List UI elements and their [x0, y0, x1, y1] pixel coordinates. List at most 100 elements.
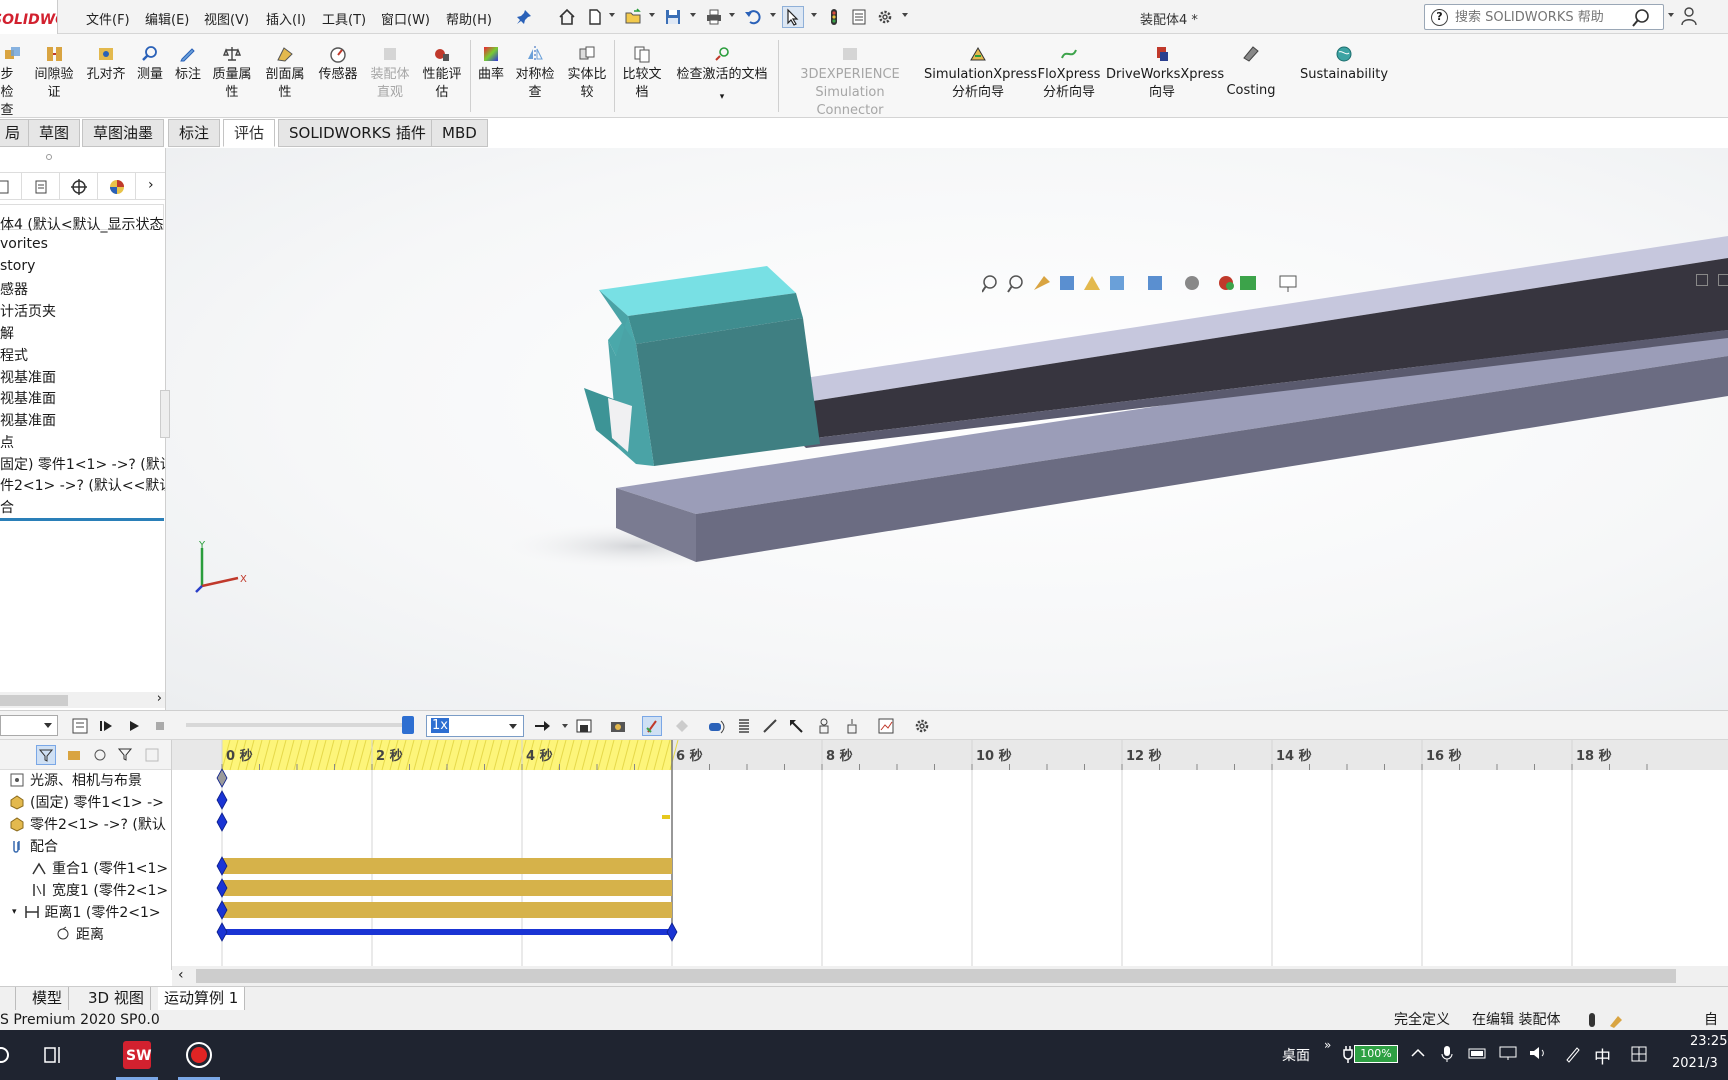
tab-markup[interactable]: 标注 [168, 119, 221, 147]
desktop-label[interactable]: 桌面 [1282, 1045, 1310, 1065]
graphics-area[interactable]: Y X [166, 148, 1728, 710]
symmetry-check-button[interactable]: 对称检查 [512, 44, 558, 102]
tree-item-part1[interactable]: 固定) 零件1<1> ->? (默认 [0, 454, 165, 474]
menu-window[interactable]: 窗口(W) [381, 9, 430, 28]
timeline-canvas[interactable]: 0 秒 2 秒 4 秒 6 秒 8 秒 10 秒 12 秒 14 秒 16 秒 18 秒 [172, 740, 1728, 970]
chevron-down-icon[interactable] [649, 13, 655, 17]
solidworks-taskbar-icon[interactable]: SW [112, 1030, 162, 1080]
key-part1[interactable] [216, 790, 228, 810]
tree-item-favorites[interactable]: vorites [0, 236, 48, 252]
chevron-down-icon[interactable] [729, 13, 735, 17]
play-icon[interactable] [124, 716, 144, 736]
tab-addins[interactable]: SOLIDWORKS 插件 [278, 119, 437, 147]
play-from-start-icon[interactable] [96, 716, 116, 736]
tree-item-right-plane[interactable]: 视基准面 [0, 410, 56, 430]
playback-speed-select[interactable]: 1x [426, 715, 524, 737]
simulationxpress-button[interactable]: SimulationXpress 分析向导 [924, 44, 1037, 102]
tree-item-annotations[interactable]: 解 [0, 323, 14, 343]
section-view-icon[interactable] [1060, 276, 1074, 290]
costing-button[interactable]: Costing [1222, 44, 1280, 100]
microphone-icon[interactable] [1440, 1045, 1454, 1067]
distance-bar[interactable] [222, 929, 672, 935]
interference-detection-button[interactable]: 步检查 [0, 44, 26, 120]
property-manager-tab-icon[interactable] [22, 173, 60, 200]
tree-item-top-plane[interactable]: 视基准面 [0, 388, 56, 408]
pin-icon[interactable] [513, 6, 535, 28]
tab-sketch-ink[interactable]: 草图油墨 [82, 119, 165, 147]
tree-item-history[interactable]: story [0, 258, 35, 274]
save-animation-icon[interactable] [574, 716, 594, 736]
home-icon[interactable] [556, 6, 578, 28]
display-manager-tab-icon[interactable] [98, 173, 136, 200]
chevron-down-icon[interactable] [770, 13, 776, 17]
volume-icon[interactable] [1528, 1045, 1548, 1065]
menu-help[interactable]: 帮助(H) [446, 9, 492, 28]
tree-item-sensors[interactable]: 感器 [0, 279, 28, 299]
sensor-button[interactable]: 传感器 [316, 44, 360, 84]
menu-edit[interactable]: 编辑(E) [145, 9, 189, 28]
clock-date[interactable]: 2021/3 [1672, 1056, 1718, 1071]
display-style-icon[interactable] [1148, 276, 1162, 290]
autokey-icon[interactable] [642, 716, 662, 736]
ms-item-width-mate[interactable]: 宽度1 (零件2<1> [30, 880, 168, 900]
playback-slider-thumb[interactable] [402, 716, 414, 734]
chevron-down-icon[interactable]: ▾ [12, 907, 17, 917]
playback-mode-icon[interactable] [532, 716, 552, 736]
damper-icon[interactable] [760, 716, 780, 736]
save-icon[interactable] [662, 6, 684, 28]
force-icon[interactable] [786, 716, 806, 736]
curvature-button[interactable]: 曲率 [474, 44, 508, 84]
tab-motion-study[interactable]: 运动算例 1 [158, 987, 246, 1011]
help-search-input[interactable] [1455, 8, 1615, 26]
measure-button[interactable]: 测量 [134, 44, 166, 84]
tab-layout[interactable]: 局 [0, 119, 32, 147]
task-pane-icon[interactable] [1718, 274, 1728, 286]
ms-item-mates[interactable]: 配合 [8, 836, 58, 856]
menu-view[interactable]: 视图(V) [204, 9, 249, 28]
playback-slider[interactable] [186, 723, 410, 727]
floxpress-button[interactable]: FloXpress 分析向导 [1036, 44, 1102, 102]
clock-time[interactable]: 23:25 [1690, 1034, 1727, 1049]
menu-tools[interactable]: 工具(T) [322, 9, 366, 28]
spring-icon[interactable] [734, 716, 754, 736]
filter-animated-icon[interactable] [36, 745, 56, 765]
ms-item-distance-mate[interactable]: ▾ 距离1 (零件2<1> [12, 902, 161, 922]
pane-split-icon[interactable] [1696, 274, 1708, 286]
tree-item-equations[interactable]: 程式 [0, 345, 28, 365]
filter-selected-icon[interactable] [90, 745, 110, 765]
file-properties-icon[interactable] [848, 6, 870, 28]
distance-key[interactable] [666, 922, 678, 942]
key-lights-cameras[interactable] [216, 768, 228, 788]
mass-properties-button[interactable]: 质量属性 [210, 44, 254, 102]
compare-documents-button[interactable]: 比较文档 [618, 44, 666, 102]
select-cursor-icon[interactable] [782, 6, 804, 28]
ms-item-lights-cameras[interactable]: 光源、相机与布景 [8, 770, 142, 790]
panel-grip-icon[interactable] [46, 154, 52, 160]
view-orientation-icon[interactable] [1110, 276, 1124, 290]
ms-item-coincident-mate[interactable]: 重合1 (零件1<1> [30, 858, 168, 878]
hole-alignment-button[interactable]: 孔对齐 [84, 44, 128, 84]
tree-item-origin[interactable]: 点 [0, 432, 14, 452]
undo-icon[interactable] [742, 6, 764, 28]
task-view-icon[interactable] [28, 1030, 78, 1080]
network-icon[interactable] [1498, 1045, 1518, 1065]
chevron-down-icon[interactable] [44, 723, 52, 728]
performance-evaluation-button[interactable]: 性能评估 [420, 44, 464, 102]
view-settings-icon[interactable] [1279, 275, 1297, 292]
key-part2[interactable] [216, 812, 228, 832]
compare-solid-button[interactable]: 实体比较 [564, 44, 610, 102]
chevron-down-icon[interactable] [902, 13, 908, 17]
section-properties-button[interactable]: 剖面属性 [262, 44, 308, 102]
chevron-down-icon[interactable] [609, 13, 615, 17]
tab-3d-views[interactable]: 3D 视图 [82, 987, 151, 1011]
motion-timeline[interactable]: 0 秒 2 秒 4 秒 6 秒 8 秒 10 秒 12 秒 14 秒 16 秒 18 秒 [172, 740, 1728, 970]
feature-tree-tab-icon[interactable] [0, 173, 22, 200]
search-circle-icon[interactable] [0, 1030, 26, 1080]
chevron-right-icon[interactable]: › [148, 177, 154, 193]
timeline-horizontal-scrollbar[interactable]: ‹ [172, 966, 1728, 986]
study-type-select[interactable] [0, 715, 58, 736]
tab-evaluate[interactable]: 评估 [223, 119, 276, 147]
traffic-light-icon[interactable] [823, 6, 845, 28]
filter-results-icon[interactable] [116, 745, 136, 765]
chevron-down-icon[interactable] [562, 724, 568, 728]
